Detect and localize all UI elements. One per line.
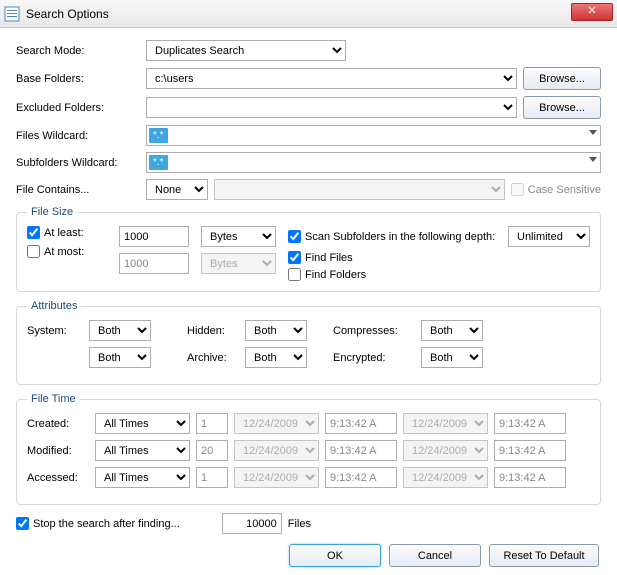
created-select[interactable]: All Times: [95, 413, 190, 434]
scan-subfolders-check[interactable]: Scan Subfolders in the following depth:: [288, 230, 495, 243]
encrypted-label: Encrypted:: [333, 352, 413, 364]
modified-time2[interactable]: [494, 440, 566, 461]
accessed-date2[interactable]: 12/24/2009: [403, 467, 488, 488]
wildcard-tag: *.*: [149, 128, 168, 143]
at-most-input[interactable]: [119, 253, 189, 274]
accessed-select[interactable]: All Times: [95, 467, 190, 488]
compresses-label: Compresses:: [333, 325, 413, 337]
modified-date2[interactable]: 12/24/2009: [403, 440, 488, 461]
file-time-group: File Time Created: All Times 12/24/2009 …: [16, 393, 601, 505]
files-wildcard-label: Files Wildcard:: [16, 130, 146, 142]
modified-n[interactable]: [196, 440, 228, 461]
created-n[interactable]: [196, 413, 228, 434]
archive-select[interactable]: Both: [245, 347, 307, 368]
unnamed-select[interactable]: Both: [89, 347, 151, 368]
created-time1[interactable]: [325, 413, 397, 434]
modified-label: Modified:: [27, 445, 89, 457]
at-least-check[interactable]: At least:: [27, 226, 107, 239]
attributes-group: Attributes System: Both Hidden: Both Com…: [16, 300, 601, 385]
depth-select[interactable]: Unlimited: [508, 226, 590, 247]
chevron-down-icon: [589, 130, 597, 135]
base-folders-label: Base Folders:: [16, 73, 146, 85]
subfolders-wildcard-label: Subfolders Wildcard:: [16, 157, 146, 169]
window-title: Search Options: [26, 7, 109, 21]
search-mode-select[interactable]: Duplicates Search: [146, 40, 346, 61]
contains-mode-select[interactable]: None: [146, 179, 208, 200]
files-wildcard-input[interactable]: *.*: [146, 125, 601, 146]
file-time-legend: File Time: [27, 393, 80, 405]
base-folders-combo[interactable]: c:\users: [146, 68, 517, 89]
system-select[interactable]: Both: [89, 320, 151, 341]
stop-after-count[interactable]: [222, 513, 282, 534]
at-least-unit[interactable]: Bytes: [201, 226, 276, 247]
modified-time1[interactable]: [325, 440, 397, 461]
chevron-down-icon: [589, 157, 597, 162]
wildcard-tag: *.*: [149, 155, 168, 170]
app-icon: [4, 6, 20, 22]
cancel-button[interactable]: Cancel: [389, 544, 481, 567]
hidden-select[interactable]: Both: [245, 320, 307, 341]
attributes-legend: Attributes: [27, 300, 81, 312]
modified-date1[interactable]: 12/24/2009: [234, 440, 319, 461]
archive-label: Archive:: [187, 352, 237, 364]
contains-text-input[interactable]: [214, 179, 505, 200]
browse-base-button[interactable]: Browse...: [523, 67, 601, 90]
at-least-input[interactable]: [119, 226, 189, 247]
accessed-time2[interactable]: [494, 467, 566, 488]
ok-button[interactable]: OK: [289, 544, 381, 567]
created-label: Created:: [27, 418, 89, 430]
file-contains-label: File Contains...: [16, 184, 146, 196]
search-mode-label: Search Mode:: [16, 45, 146, 57]
find-files-check[interactable]: Find Files: [288, 251, 590, 264]
stop-after-check[interactable]: Stop the search after finding...: [16, 517, 180, 530]
created-date1[interactable]: 12/24/2009: [234, 413, 319, 434]
subfolders-wildcard-input[interactable]: *.*: [146, 152, 601, 173]
files-label: Files: [288, 518, 311, 530]
case-sensitive-checkbox[interactable]: [511, 183, 524, 196]
accessed-date1[interactable]: 12/24/2009: [234, 467, 319, 488]
accessed-label: Accessed:: [27, 472, 89, 484]
excluded-folders-combo[interactable]: [146, 97, 517, 118]
case-sensitive-check[interactable]: Case Sensitive: [511, 183, 601, 196]
file-size-group: File Size At least: At most: Bytes Bytes…: [16, 206, 601, 292]
encrypted-select[interactable]: Both: [421, 347, 483, 368]
compresses-select[interactable]: Both: [421, 320, 483, 341]
created-date2[interactable]: 12/24/2009: [403, 413, 488, 434]
system-label: System:: [27, 325, 81, 337]
at-most-unit[interactable]: Bytes: [201, 253, 276, 274]
close-button[interactable]: ✕: [571, 3, 613, 21]
browse-excluded-button[interactable]: Browse...: [523, 96, 601, 119]
titlebar: Search Options ✕: [0, 0, 617, 28]
find-folders-check[interactable]: Find Folders: [288, 268, 590, 281]
close-icon: ✕: [587, 5, 596, 17]
hidden-label: Hidden:: [187, 325, 237, 337]
modified-select[interactable]: All Times: [95, 440, 190, 461]
file-size-legend: File Size: [27, 206, 77, 218]
at-most-check[interactable]: At most:: [27, 245, 107, 258]
excluded-folders-label: Excluded Folders:: [16, 102, 146, 114]
accessed-n[interactable]: [196, 467, 228, 488]
created-time2[interactable]: [494, 413, 566, 434]
reset-button[interactable]: Reset To Default: [489, 544, 599, 567]
accessed-time1[interactable]: [325, 467, 397, 488]
